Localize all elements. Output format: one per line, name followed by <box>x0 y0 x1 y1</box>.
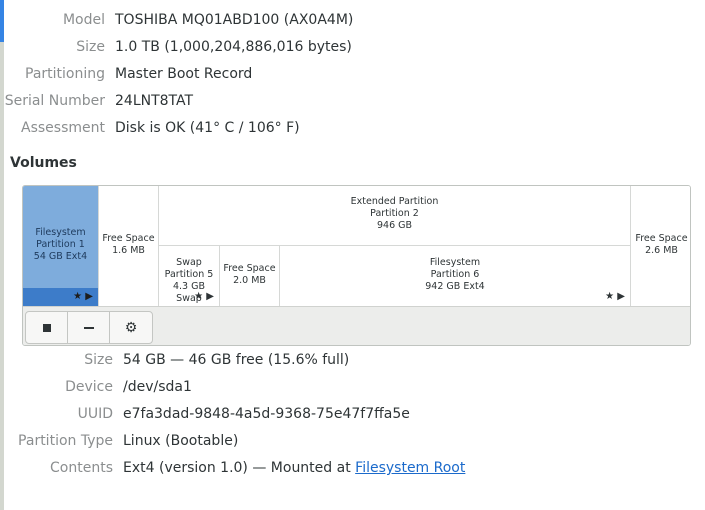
volume-device-row: Device /dev/sda1 <box>0 377 700 397</box>
swap-active-icon: ★ ▶ <box>194 291 214 302</box>
disk-model-row: Model TOSHIBA MQ01ABD100 (AX0A4M) <box>0 10 700 30</box>
disk-assessment-value: Disk is OK (41° C / 106° F) <box>115 120 300 136</box>
mounted-star-icon: ★ ▶ <box>73 291 93 302</box>
volume-action-group: ⚙ <box>25 311 153 344</box>
minus-icon <box>83 326 94 329</box>
volume-free-space-2[interactable]: Free Space 2.0 MB <box>220 246 279 306</box>
disk-size-label: Size <box>76 39 105 55</box>
disk-size-value: 1.0 TB (1,000,204,886,016 bytes) <box>115 39 352 55</box>
disk-partitioning-value: Master Boot Record <box>115 66 253 82</box>
volume-partition-1[interactable]: Filesystem Partition 1 54 GB Ext4 ★ ▶ <box>23 186 98 306</box>
volumes-heading: Volumes <box>10 155 77 171</box>
volume-contents-value: Ext4 (version 1.0) — Mounted at Filesyst… <box>123 458 465 478</box>
volume-free-space-1-type: Free Space <box>102 233 155 244</box>
disk-size-row: Size 1.0 TB (1,000,204,886,016 bytes) <box>0 37 700 57</box>
disk-serial-row: Serial Number 24LNT8TAT <box>0 91 700 111</box>
disk-assessment-label: Assessment <box>21 120 105 136</box>
volume-partition-1-name: Partition 1 <box>36 239 85 250</box>
volume-free-space-3-size: 2.6 MB <box>645 245 678 256</box>
volume-free-space-2-type: Free Space <box>223 263 276 274</box>
volume-partition-1-type: Filesystem <box>35 227 86 238</box>
volume-contents-row: Contents Ext4 (version 1.0) — Mounted at… <box>0 458 700 478</box>
volume-contents-text: Ext4 (version 1.0) — Mounted at <box>123 460 356 476</box>
volume-free-space-1-size: 1.6 MB <box>112 245 145 256</box>
volume-device-label: Device <box>65 379 113 395</box>
volume-free-space-1[interactable]: Free Space 1.6 MB <box>99 186 158 306</box>
volume-partition-6-name: Partition 6 <box>430 269 480 280</box>
volume-free-space-2-size: 2.0 MB <box>233 275 266 286</box>
volume-size-row: Size 54 GB — 46 GB free (15.6% full) <box>0 350 700 370</box>
volumes-map: Filesystem Partition 1 54 GB Ext4 ★ ▶ Fr… <box>22 185 691 346</box>
volume-partition-type-row: Partition Type Linux (Bootable) <box>0 431 700 451</box>
volume-swap-partition-5[interactable]: Swap Partition 5 4.3 GB Swap ★ ▶ <box>159 246 219 306</box>
volume-uuid-label: UUID <box>77 406 113 422</box>
volume-uuid-value: e7fa3dad-9848-4a5d-9368-75e47f7ffa5e <box>123 406 410 422</box>
disk-partitioning-row: Partitioning Master Boot Record <box>0 64 700 84</box>
volume-size-label: Size <box>84 352 113 368</box>
disk-serial-label: Serial Number <box>4 93 105 109</box>
disk-partitioning-label: Partitioning <box>25 66 105 82</box>
volume-swap-name: Partition 5 <box>164 269 214 280</box>
mounted-star-icon: ★ ▶ <box>605 291 625 302</box>
volume-free-space-3[interactable]: Free Space 2.6 MB <box>631 186 690 306</box>
partition-settings-button[interactable]: ⚙ <box>110 312 152 343</box>
volume-free-space-3-type: Free Space <box>635 233 688 244</box>
volume-size-value: 54 GB — 46 GB free (15.6% full) <box>123 352 350 368</box>
volume-uuid-row: UUID e7fa3dad-9848-4a5d-9368-75e47f7ffa5… <box>0 404 700 424</box>
stop-icon <box>42 323 51 332</box>
disk-model-value: TOSHIBA MQ01ABD100 (AX0A4M) <box>115 12 354 28</box>
disk-assessment-row: Assessment Disk is OK (41° C / 106° F) <box>0 118 700 138</box>
volume-swap-type: Swap <box>176 257 202 268</box>
volume-partition-6-size: 942 GB Ext4 <box>425 281 485 292</box>
volume-extended-size: 946 GB <box>376 220 413 231</box>
volume-extended-type: Extended Partition <box>350 196 439 207</box>
volume-device-value: /dev/sda1 <box>123 379 192 395</box>
gear-icon: ⚙ <box>124 319 138 336</box>
volume-partition-type-value: Linux (Bootable) <box>123 433 239 449</box>
volume-contents-label: Contents <box>50 460 113 476</box>
delete-partition-button[interactable] <box>68 312 110 343</box>
volume-partition-6[interactable]: Filesystem Partition 6 942 GB Ext4 ★ ▶ <box>280 246 630 306</box>
volume-partition-type-label: Partition Type <box>18 433 113 449</box>
volume-toolbar: ⚙ <box>23 306 690 345</box>
disk-serial-value: 24LNT8TAT <box>115 93 194 109</box>
stop-button[interactable] <box>26 312 68 343</box>
disk-model-label: Model <box>62 12 105 28</box>
filesystem-root-link[interactable]: Filesystem Root <box>355 460 465 476</box>
volume-extended-name: Partition 2 <box>370 208 419 219</box>
volume-partition-6-type: Filesystem <box>429 257 481 268</box>
volume-extended-partition[interactable]: Extended Partition Partition 2 946 GB <box>159 186 630 245</box>
volume-partition-1-size: 54 GB Ext4 <box>33 251 88 262</box>
